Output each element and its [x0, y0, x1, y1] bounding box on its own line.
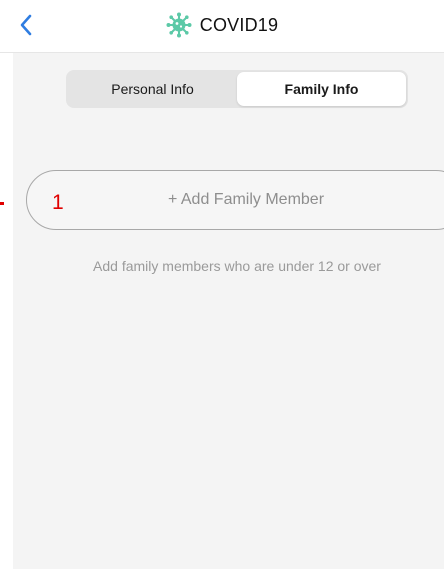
family-member-hint: Add family members who are under 12 or o… [93, 258, 381, 274]
add-family-member-label: + Add Family Member [167, 191, 325, 208]
annotation-number: 1 [52, 191, 64, 214]
info-segmented-control: Personal Info Family Info [66, 70, 408, 108]
page-title: COVID19 [199, 14, 279, 35]
tab-personal-info[interactable]: Personal Info [68, 72, 237, 106]
add-family-member-button[interactable]: + Add Family Member [26, 170, 444, 230]
left-margin [0, 53, 13, 569]
navigation-bar: COVID19 [0, 0, 444, 53]
virus-icon [166, 12, 192, 38]
annotation-arrow [0, 202, 4, 205]
tab-family-info[interactable]: Family Info [237, 72, 406, 106]
content-area: Personal Info Family Info + Add Family M… [13, 53, 444, 569]
nav-title-group: COVID19 [0, 10, 444, 40]
